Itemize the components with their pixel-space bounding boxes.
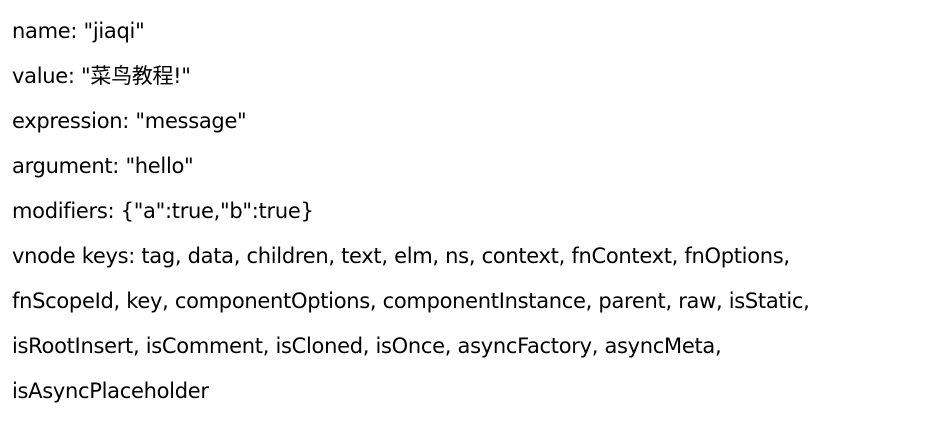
argument-line: argument: "hello" [12,154,194,178]
value-line: value: "菜鸟教程!" [12,64,191,88]
vnode-keys-line-2: fnScopeId, key, componentOptions, compon… [12,289,810,313]
directive-output: name: "jiaqi" value: "菜鸟教程!" expression:… [12,9,917,414]
name-line: name: "jiaqi" [12,19,145,43]
vnode-keys-line-3: isRootInsert, isComment, isCloned, isOnc… [12,334,722,358]
expression-line: expression: "message" [12,109,247,133]
modifiers-line: modifiers: {"a":true,"b":true} [12,199,314,223]
vnode-keys-line-1: vnode keys: tag, data, children, text, e… [12,244,790,268]
vnode-keys-line-4: isAsyncPlaceholder [12,379,209,403]
